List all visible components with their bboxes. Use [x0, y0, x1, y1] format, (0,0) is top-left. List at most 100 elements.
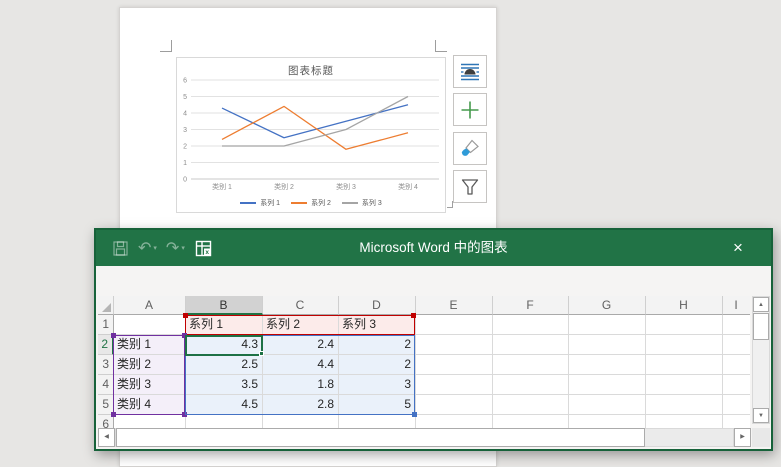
- col-header-E[interactable]: E: [415, 296, 493, 315]
- cell-F3[interactable]: [492, 355, 569, 375]
- cell-H5[interactable]: [645, 395, 723, 415]
- col-header-A[interactable]: A: [113, 296, 186, 315]
- cell-G4[interactable]: [568, 375, 646, 395]
- row-header-1[interactable]: 1: [98, 315, 114, 335]
- select-all-corner[interactable]: [98, 296, 114, 315]
- cell-F5[interactable]: [492, 395, 569, 415]
- cell-A4[interactable]: 类别 3: [113, 375, 186, 395]
- cell-E6[interactable]: [415, 415, 493, 428]
- close-button[interactable]: ×: [727, 238, 749, 258]
- redo-button[interactable]: ↷ ▾: [166, 238, 185, 258]
- scroll-left-button[interactable]: ◀: [98, 428, 115, 447]
- cell-B1[interactable]: 系列 1: [185, 315, 263, 335]
- cell-C3[interactable]: 4.4: [262, 355, 339, 375]
- layout-options-button[interactable]: [453, 55, 487, 88]
- data-range-fill-handle[interactable]: [412, 412, 417, 417]
- cell-B3[interactable]: 2.5: [185, 355, 263, 375]
- active-cell-fill-handle[interactable]: [259, 351, 264, 356]
- cell-C6[interactable]: [262, 415, 339, 428]
- cell-C1[interactable]: 系列 2: [262, 315, 339, 335]
- category-range-handle-br[interactable]: [182, 412, 187, 417]
- cell-I5[interactable]: [722, 395, 750, 415]
- undo-button[interactable]: ↶ ▾: [138, 238, 157, 258]
- cell-D4[interactable]: 3: [338, 375, 416, 395]
- cell-B4[interactable]: 3.5: [185, 375, 263, 395]
- chart-object[interactable]: 图表标题 0 1 2 3 4 5 6 类别 1 类别 2 类别 3 类别 4 系列 1 系列 2 系列 …: [176, 57, 446, 213]
- cell-E5[interactable]: [415, 395, 493, 415]
- cell-I6[interactable]: [722, 415, 750, 428]
- cell-E3[interactable]: [415, 355, 493, 375]
- cell-E2[interactable]: [415, 335, 493, 355]
- cell-E1[interactable]: [415, 315, 493, 335]
- cell-G2[interactable]: [568, 335, 646, 355]
- vertical-scroll-thumb[interactable]: [753, 313, 769, 340]
- col-header-F[interactable]: F: [492, 296, 569, 315]
- window-titlebar[interactable]: ↶ ▾ ↷ ▾ x Microsoft Word 中的图表 ×: [96, 230, 771, 266]
- cell-F4[interactable]: [492, 375, 569, 395]
- cell-D6[interactable]: [338, 415, 416, 428]
- cell-C5[interactable]: 2.8: [262, 395, 339, 415]
- cell-G5[interactable]: [568, 395, 646, 415]
- cell-H6[interactable]: [645, 415, 723, 428]
- cell-F2[interactable]: [492, 335, 569, 355]
- undo-icon: ↶: [138, 240, 152, 257]
- row-header-2[interactable]: 2: [98, 335, 114, 355]
- cell-A3[interactable]: 类别 2: [113, 355, 186, 375]
- scroll-right-button[interactable]: ▶: [734, 428, 751, 447]
- col-header-H[interactable]: H: [645, 296, 723, 315]
- cell-C4[interactable]: 1.8: [262, 375, 339, 395]
- chart-filters-button[interactable]: [453, 170, 487, 203]
- margin-crop-mark-right: [435, 40, 447, 52]
- cell-D1[interactable]: 系列 3: [338, 315, 416, 335]
- layout-options-icon: [461, 63, 479, 80]
- cell-I4[interactable]: [722, 375, 750, 395]
- col-header-C[interactable]: C: [262, 296, 339, 315]
- horizontal-scroll-thumb[interactable]: [116, 428, 645, 447]
- series-range-handle-tr[interactable]: [411, 313, 416, 318]
- cell-I3[interactable]: [722, 355, 750, 375]
- cell-C2[interactable]: 2.4: [262, 335, 339, 355]
- category-range-handle-tr[interactable]: [182, 333, 187, 338]
- cell-G1[interactable]: [568, 315, 646, 335]
- col-header-I[interactable]: I: [722, 296, 750, 315]
- scroll-up-button[interactable]: ▲: [753, 297, 769, 312]
- save-button[interactable]: [112, 240, 129, 257]
- row-header-4[interactable]: 4: [98, 375, 114, 395]
- col-header-G[interactable]: G: [568, 296, 646, 315]
- cell-F1[interactable]: [492, 315, 569, 335]
- chart-elements-button[interactable]: [453, 93, 487, 126]
- cell-D2[interactable]: 2: [338, 335, 416, 355]
- series-range-handle-tl[interactable]: [183, 313, 188, 318]
- cell-D3[interactable]: 2: [338, 355, 416, 375]
- category-range-handle-bl[interactable]: [111, 412, 116, 417]
- cell-A6[interactable]: [113, 415, 186, 428]
- col-header-D[interactable]: D: [338, 296, 416, 315]
- scroll-down-button[interactable]: ▼: [753, 408, 769, 423]
- category-range-handle-tl[interactable]: [111, 333, 116, 338]
- svg-text:类别 1: 类别 1: [212, 182, 232, 191]
- cell-E4[interactable]: [415, 375, 493, 395]
- chart-styles-button[interactable]: [453, 132, 487, 165]
- edit-data-in-excel-button[interactable]: x: [194, 239, 213, 258]
- cell-G6[interactable]: [568, 415, 646, 428]
- cell-D5[interactable]: 5: [338, 395, 416, 415]
- cell-I2[interactable]: [722, 335, 750, 355]
- cell-A2[interactable]: 类别 1: [113, 335, 186, 355]
- cell-H2[interactable]: [645, 335, 723, 355]
- cell-F6[interactable]: [492, 415, 569, 428]
- vertical-scrollbar[interactable]: ▲ ▼: [752, 296, 770, 424]
- cell-B6[interactable]: [185, 415, 263, 428]
- cell-H1[interactable]: [645, 315, 723, 335]
- cell-A1[interactable]: [113, 315, 186, 335]
- cell-H3[interactable]: [645, 355, 723, 375]
- svg-text:类别 4: 类别 4: [398, 182, 418, 191]
- cell-A5[interactable]: 类别 4: [113, 395, 186, 415]
- legend-item: 系列 3: [341, 198, 382, 208]
- cell-B2[interactable]: 4.3: [185, 335, 263, 355]
- cell-H4[interactable]: [645, 375, 723, 395]
- col-header-B[interactable]: B: [185, 296, 263, 315]
- row-header-3[interactable]: 3: [98, 355, 114, 375]
- cell-I1[interactable]: [722, 315, 750, 335]
- cell-B5[interactable]: 4.5: [185, 395, 263, 415]
- cell-G3[interactable]: [568, 355, 646, 375]
